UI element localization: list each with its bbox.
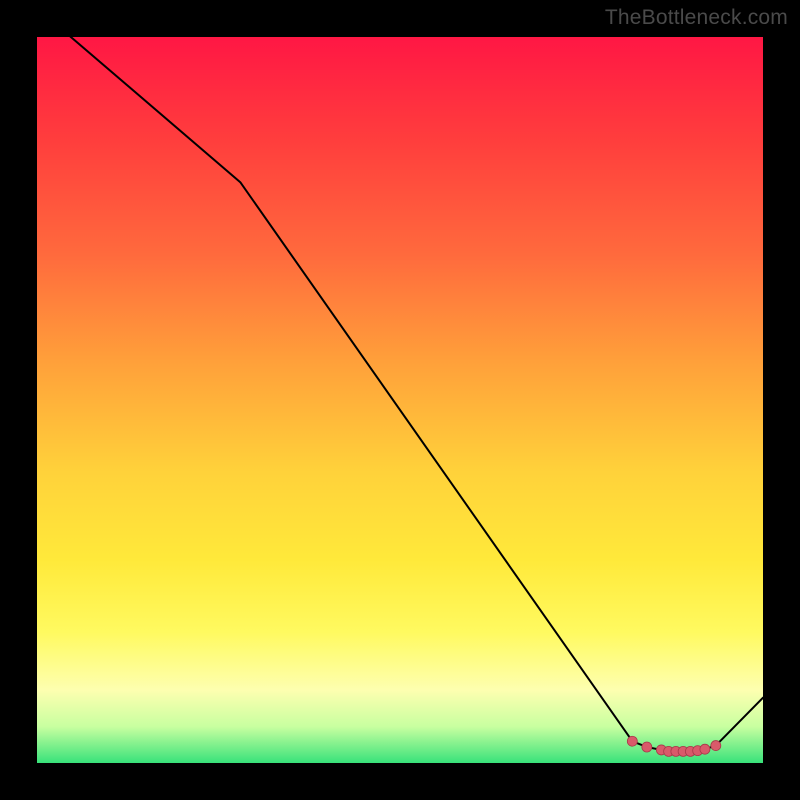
chart-markers (627, 736, 720, 756)
plot-area (37, 37, 763, 763)
marker-point (711, 741, 721, 751)
marker-point (642, 742, 652, 752)
chart-line (37, 8, 763, 751)
chart-svg (37, 37, 763, 763)
attribution-text: TheBottleneck.com (605, 6, 788, 30)
marker-point (627, 736, 637, 746)
marker-point (700, 744, 710, 754)
chart-frame: TheBottleneck.com (0, 0, 800, 800)
